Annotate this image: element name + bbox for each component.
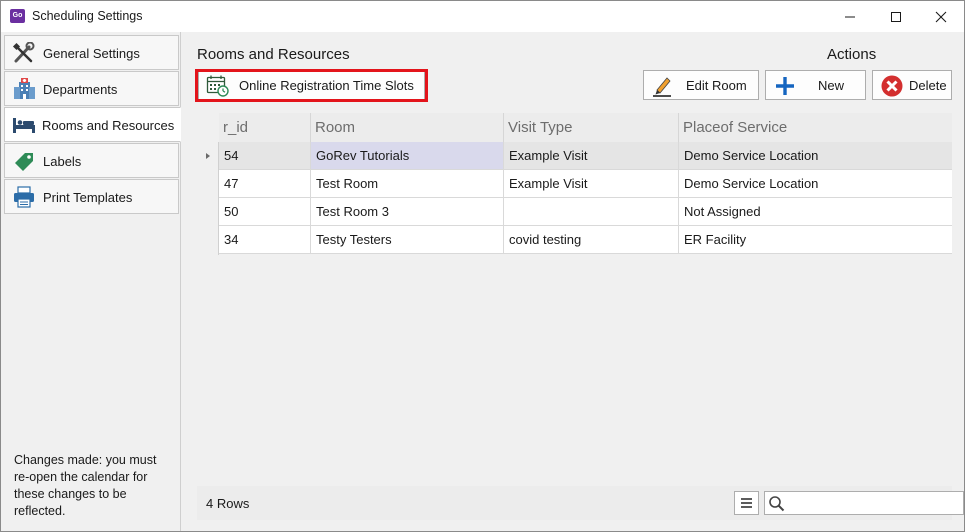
column-header-r-id[interactable]: r_id — [219, 113, 311, 142]
plus-icon — [776, 77, 794, 95]
page-title: Rooms and Resources — [197, 46, 350, 63]
column-header-visit-type[interactable]: Visit Type — [504, 113, 679, 142]
table-row[interactable]: 50 Test Room 3 Not Assigned — [219, 198, 952, 226]
hamburger-menu-icon — [741, 498, 752, 508]
cell-place-of-service[interactable]: ER Facility — [679, 226, 952, 253]
delete-circle-x-icon — [881, 75, 903, 97]
tools-icon — [12, 42, 35, 63]
cell-place-of-service[interactable]: Demo Service Location — [679, 170, 952, 197]
changes-note: Changes made: you must re-open the calen… — [14, 453, 157, 518]
search-input[interactable] — [764, 491, 964, 515]
actions-title: Actions — [827, 46, 877, 63]
online-registration-time-slots-button[interactable]: Online Registration Time Slots — [198, 70, 425, 100]
close-icon — [935, 11, 947, 22]
row-indicator-icon — [206, 153, 210, 159]
cell-r-id[interactable]: 50 — [219, 198, 311, 225]
table-header: r_id Room Visit Type Placeof Service — [219, 113, 952, 143]
sidebar-item-label: Labels — [43, 154, 82, 169]
close-button[interactable] — [918, 1, 964, 32]
sidebar-item-departments[interactable]: Departments — [4, 71, 179, 106]
new-label: New — [818, 78, 845, 93]
app-logo-icon: Go — [10, 9, 25, 23]
table-row[interactable]: 54 GoRev Tutorials Example Visit Demo Se… — [219, 142, 952, 170]
sidebar-item-label: Departments — [43, 82, 118, 97]
cell-r-id[interactable]: 47 — [219, 170, 311, 197]
sidebar-item-print-templates[interactable]: Print Templates — [4, 179, 179, 214]
cell-r-id[interactable]: 54 — [219, 142, 311, 169]
scheduling-settings-window: Go Scheduling Settings General Settings — [0, 0, 965, 532]
maximize-icon — [891, 11, 901, 22]
tag-icon — [15, 153, 33, 171]
edit-room-button[interactable]: Edit Room — [643, 70, 759, 100]
sidebar-item-general-settings[interactable]: General Settings — [4, 35, 179, 70]
rooms-and-resources-panel: Rooms and Resources Actions Online Regis… — [181, 32, 964, 531]
cell-room[interactable]: Test Room 3 — [311, 198, 504, 225]
delete-label: Delete — [909, 78, 947, 93]
minimize-icon — [845, 16, 855, 17]
delete-button[interactable]: Delete — [872, 70, 952, 100]
new-button[interactable]: New — [765, 70, 866, 100]
minimize-button[interactable] — [827, 1, 873, 32]
search-icon — [769, 496, 785, 512]
cell-visit-type[interactable] — [504, 198, 679, 225]
column-menu-button[interactable] — [734, 491, 759, 515]
cell-visit-type[interactable]: covid testing — [504, 226, 679, 253]
cell-visit-type[interactable]: Example Visit — [504, 142, 679, 169]
bed-icon — [13, 118, 35, 133]
cell-room[interactable]: GoRev Tutorials — [311, 142, 504, 169]
edit-room-label: Edit Room — [686, 78, 747, 93]
pencil-icon — [653, 77, 671, 97]
cell-place-of-service[interactable]: Demo Service Location — [679, 142, 952, 169]
sidebar-item-label: General Settings — [43, 46, 140, 61]
sidebar-item-rooms-and-resources[interactable]: Rooms and Resources — [4, 107, 181, 142]
cell-place-of-service[interactable]: Not Assigned — [679, 198, 952, 225]
maximize-button[interactable] — [873, 1, 919, 32]
sidebar-item-labels[interactable]: Labels — [4, 143, 179, 178]
calendar-clock-icon — [206, 75, 229, 97]
row-count: 4 Rows — [206, 496, 250, 511]
table-footer: 4 Rows — [197, 486, 964, 520]
window-title: Scheduling Settings — [32, 9, 143, 23]
column-header-room[interactable]: Room — [311, 113, 504, 142]
title-bar: Go Scheduling Settings — [1, 1, 964, 32]
online-registration-label: Online Registration Time Slots — [239, 78, 414, 93]
cell-visit-type[interactable]: Example Visit — [504, 170, 679, 197]
table-row[interactable]: 47 Test Room Example Visit Demo Service … — [219, 170, 952, 198]
building-icon — [14, 78, 35, 99]
settings-sidebar: General Settings Departments Rooms and R… — [1, 32, 181, 531]
rooms-table: r_id Room Visit Type Placeof Service 54 … — [197, 113, 952, 255]
sidebar-item-label: Print Templates — [43, 190, 133, 205]
cell-room[interactable]: Test Room — [311, 170, 504, 197]
table-row[interactable]: 34 Testy Testers covid testing ER Facili… — [219, 226, 952, 254]
sidebar-item-label: Rooms and Resources — [42, 118, 175, 133]
column-header-place-of-service[interactable]: Placeof Service — [679, 113, 952, 142]
cell-r-id[interactable]: 34 — [219, 226, 311, 253]
printer-icon — [14, 186, 34, 208]
cell-room[interactable]: Testy Testers — [311, 226, 504, 253]
